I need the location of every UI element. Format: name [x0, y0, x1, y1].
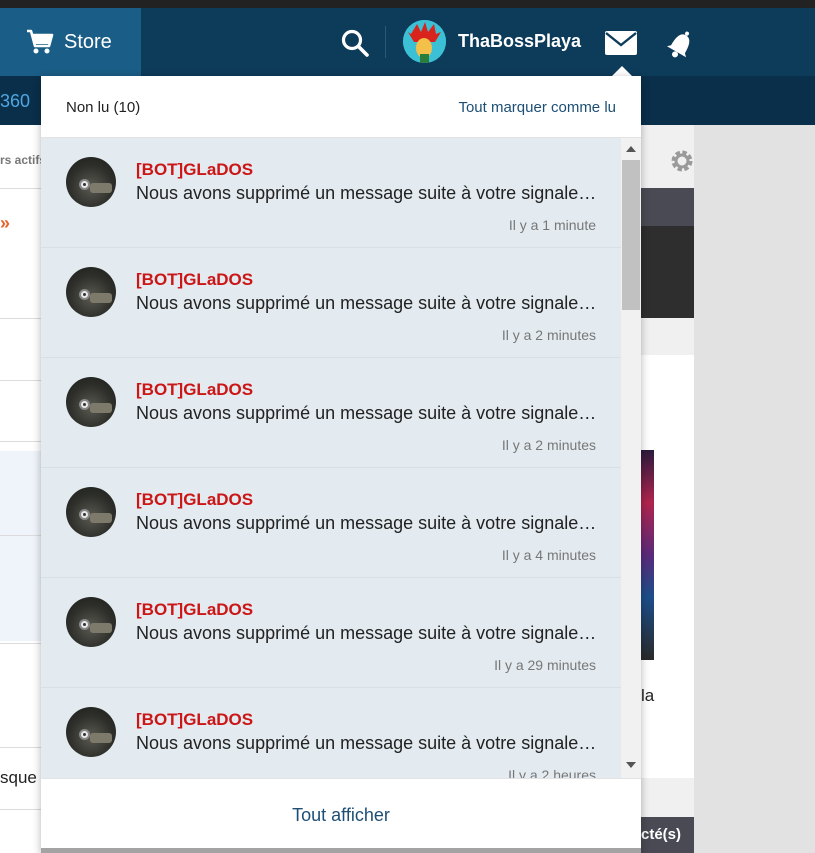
- dropdown-footer: Tout afficher: [41, 778, 641, 853]
- double-arrow-icon[interactable]: »: [0, 213, 10, 234]
- list-item[interactable]: [BOT]GLaDOS Nous avons supprimé un messa…: [41, 468, 621, 578]
- store-button[interactable]: Store: [0, 8, 141, 76]
- message-time: Il y a 29 minutes: [494, 657, 596, 673]
- message-preview: Nous avons supprimé un message suite à v…: [136, 623, 601, 643]
- divider: [0, 318, 41, 319]
- divider: [0, 441, 41, 442]
- list-item[interactable]: [BOT]GLaDOS Nous avons supprimé un messa…: [41, 688, 621, 778]
- message-preview: Nous avons supprimé un message suite à v…: [136, 403, 601, 423]
- message-time: Il y a 2 heures: [508, 767, 596, 778]
- avatar: [66, 597, 116, 647]
- unread-count: Non lu (10): [66, 99, 141, 116]
- sidebar-text: la: [641, 686, 655, 705]
- divider: [0, 188, 41, 189]
- message-preview: Nous avons supprimé un message suite à v…: [136, 293, 601, 313]
- subnav-link[interactable]: 360: [0, 91, 30, 112]
- scroll-down-arrow-icon[interactable]: [626, 762, 636, 768]
- avatar: [66, 157, 116, 207]
- background-page-margin: [694, 125, 815, 853]
- highlighted-panel: [0, 451, 41, 641]
- message-list: [BOT]GLaDOS Nous avons supprimé un messa…: [41, 138, 621, 778]
- avatar: [66, 377, 116, 427]
- navbar-divider: [385, 26, 386, 58]
- username: ThaBossPlaya: [458, 31, 582, 51]
- list-item[interactable]: [BOT]GLaDOS Nous avons supprimé un messa…: [41, 248, 621, 358]
- dropdown-caret: [612, 66, 632, 76]
- message-time: Il y a 4 minutes: [501, 547, 596, 563]
- top-navbar: Store ThaBossPlaya: [0, 8, 815, 76]
- message-sender[interactable]: [BOT]GLaDOS: [136, 490, 253, 510]
- user-avatar-image: [403, 20, 446, 63]
- message-preview: Nous avons supprimé un message suite à v…: [136, 183, 601, 203]
- user-menu[interactable]: ThaBossPlaya: [403, 20, 581, 63]
- scroll-up-arrow-icon[interactable]: [626, 146, 636, 152]
- avatar: [403, 20, 446, 63]
- divider: [0, 380, 41, 381]
- list-item[interactable]: [BOT]GLaDOS Nous avons supprimé un messa…: [41, 358, 621, 468]
- divider: [0, 535, 41, 536]
- avatar: [66, 487, 116, 537]
- view-all-link[interactable]: Tout afficher: [41, 805, 641, 826]
- divider: [0, 747, 41, 748]
- divider: [0, 643, 41, 644]
- message-time: Il y a 1 minute: [508, 217, 596, 233]
- message-sender[interactable]: [BOT]GLaDOS: [136, 600, 253, 620]
- list-item[interactable]: [BOT]GLaDOS Nous avons supprimé un messa…: [41, 578, 621, 688]
- sidebar-widget-header: [641, 188, 694, 226]
- message-sender[interactable]: [BOT]GLaDOS: [136, 270, 253, 290]
- message-sender[interactable]: [BOT]GLaDOS: [136, 380, 253, 400]
- message-sender[interactable]: [BOT]GLaDOS: [136, 160, 253, 180]
- message-time: Il y a 2 minutes: [501, 437, 596, 453]
- background-left-column: rs actifs » sque g: [0, 125, 51, 853]
- avatar: [66, 707, 116, 757]
- mark-all-read-link[interactable]: Tout marquer comme lu: [458, 99, 616, 116]
- avatar: [66, 267, 116, 317]
- scrollbar[interactable]: [621, 138, 641, 778]
- sidebar-image[interactable]: [641, 450, 654, 660]
- connected-users-bar: cté(s): [641, 817, 694, 853]
- message-time: Il y a 2 minutes: [501, 327, 596, 343]
- message-preview: Nous avons supprimé un message suite à v…: [136, 733, 601, 753]
- dropdown-bottom-edge: [41, 848, 641, 853]
- message-preview: Nous avons supprimé un message suite à v…: [136, 513, 601, 533]
- search-icon[interactable]: [340, 28, 370, 58]
- store-label: Store: [64, 30, 112, 53]
- messages-dropdown: Non lu (10) Tout marquer comme lu [BOT]G…: [41, 76, 641, 853]
- cart-icon: [27, 29, 54, 54]
- message-sender[interactable]: [BOT]GLaDOS: [136, 710, 253, 730]
- dropdown-header: Non lu (10) Tout marquer comme lu: [41, 76, 641, 138]
- list-item[interactable]: [BOT]GLaDOS Nous avons supprimé un messa…: [41, 138, 621, 248]
- divider: [0, 809, 41, 810]
- sidebar-widget-dark: [641, 188, 694, 318]
- window-top-strip: [0, 0, 815, 8]
- bell-icon[interactable]: [664, 28, 698, 60]
- mail-icon[interactable]: [604, 30, 638, 56]
- active-users-label: rs actifs: [0, 153, 47, 167]
- gear-icon[interactable]: [669, 148, 695, 174]
- scrollbar-thumb[interactable]: [622, 160, 640, 310]
